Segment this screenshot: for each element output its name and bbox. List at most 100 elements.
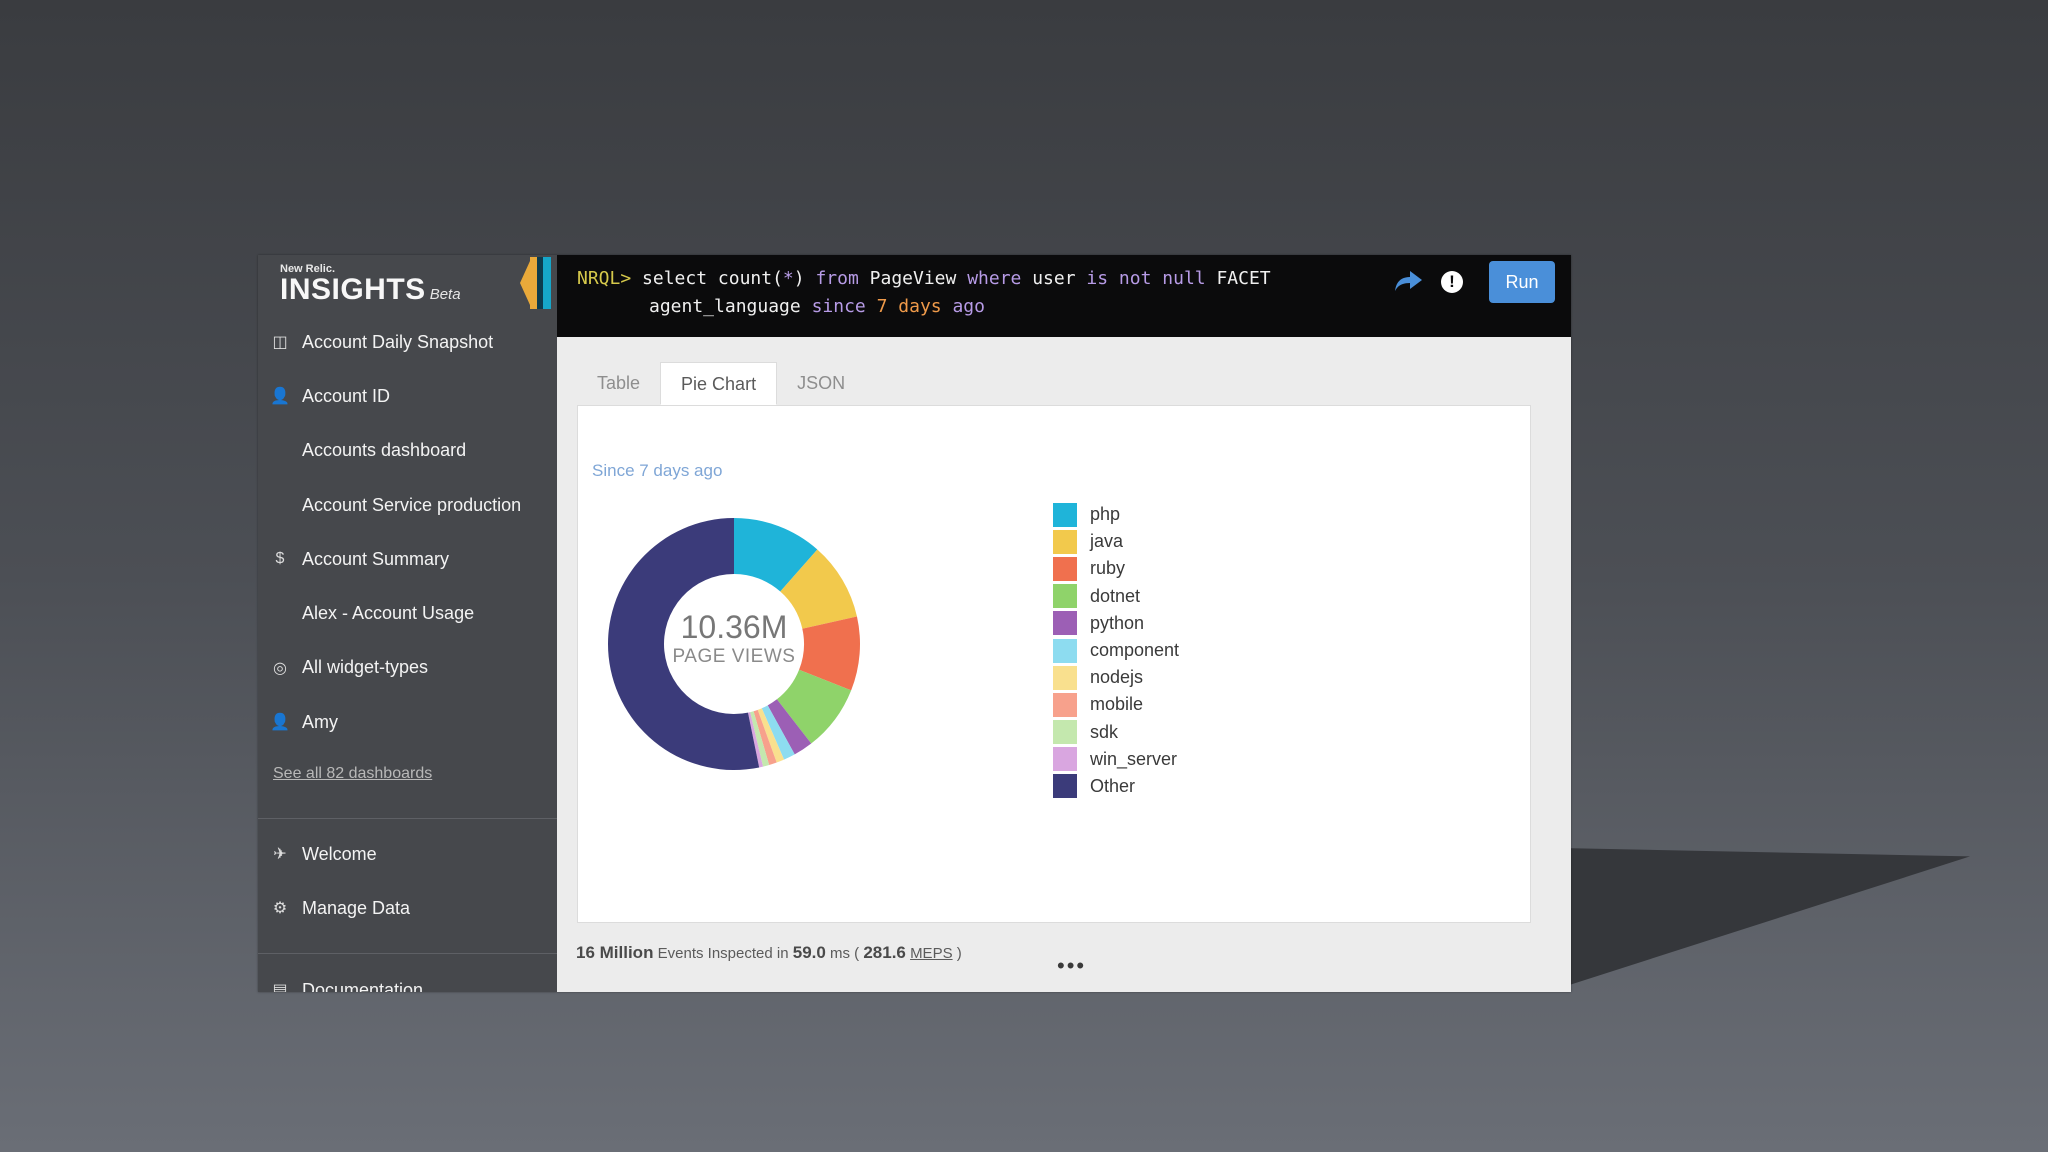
tab-table[interactable]: Table	[577, 362, 660, 404]
sidebar-item-account-daily-snapshot[interactable]: ◫ Account Daily Snapshot	[258, 315, 557, 369]
query-token: since	[811, 296, 877, 317]
legend-swatch	[1053, 529, 1077, 554]
legend-item-php[interactable]: php	[1053, 501, 1179, 528]
sidebar-item-label: Accounts dashboard	[302, 440, 467, 461]
sidebar: New Relic. INSIGHTS Beta ◫ Account Daily …	[258, 255, 557, 992]
dashboard-icon: ◫	[272, 334, 288, 352]
legend-swatch	[1053, 720, 1077, 745]
ms-text: ms (	[830, 945, 860, 962]
chart-subtitle: Since 7 days ago	[592, 461, 723, 480]
sidebar-item-account-summary[interactable]: $ Account Summary	[258, 532, 557, 586]
sidebar-item-accounts-dashboard[interactable]: Accounts dashboard	[258, 424, 557, 478]
insights-window: New Relic. INSIGHTS Beta ◫ Account Daily …	[258, 255, 1571, 992]
events-text: Events Inspected in	[657, 945, 789, 962]
legend-item-java[interactable]: java	[1053, 528, 1179, 555]
sidebar-item-label: Account Service production	[302, 494, 522, 515]
sidebar-item-label: Account ID	[302, 385, 391, 406]
brand-product: INSIGHTS	[280, 273, 426, 306]
book-icon: ▤	[272, 982, 288, 992]
target-icon: ◎	[273, 659, 287, 677]
alert-icon[interactable]: !	[1441, 271, 1463, 293]
sidebar-item-all-widget-types[interactable]: ◎ All widget-types	[258, 641, 557, 695]
legend-label: python	[1090, 612, 1145, 633]
legend-swatch	[1053, 611, 1077, 636]
query-token: ago	[941, 296, 985, 317]
legend-swatch	[1053, 665, 1077, 690]
duration-ms: 59.0	[792, 943, 826, 962]
window-shadow	[1560, 848, 1970, 988]
nrql-query-input[interactable]: NRQL> select count(*) from PageView wher…	[577, 265, 1337, 321]
share-icon[interactable]	[1392, 265, 1424, 297]
legend-label: component	[1090, 640, 1180, 661]
tab-json[interactable]: JSON	[777, 362, 865, 404]
legend-item-other[interactable]: Other	[1053, 773, 1179, 800]
legend-swatch	[1053, 638, 1077, 663]
meps-link[interactable]: MEPS	[910, 945, 953, 962]
sidebar-item-label: Manage Data	[302, 897, 411, 918]
sidebar-item-welcome[interactable]: ✈ Welcome	[258, 827, 557, 881]
legend-label: nodejs	[1090, 667, 1144, 688]
sidebar-item-label: Welcome	[302, 843, 377, 864]
legend-item-win-server[interactable]: win_server	[1053, 746, 1179, 773]
chart-center-label: PAGE VIEWS	[672, 646, 796, 667]
main-content: NRQL> select count(*) from PageView wher…	[557, 255, 1571, 992]
legend-swatch	[1053, 774, 1077, 799]
legend-label: Other	[1090, 775, 1136, 796]
query-token: PageView	[869, 268, 968, 289]
query-token: where	[967, 268, 1033, 289]
legend-swatch	[1053, 556, 1077, 581]
query-token: agent_language	[649, 296, 812, 317]
see-all-dashboards-link[interactable]: See all 82 dashboards	[273, 765, 432, 783]
run-button[interactable]: Run	[1489, 261, 1555, 303]
legend-item-dotnet[interactable]: dotnet	[1053, 583, 1179, 610]
more-options-icon[interactable]: •••	[1057, 953, 1086, 979]
sidebar-item-documentation[interactable]: ▤ Documentation	[258, 975, 557, 993]
query-token: )	[793, 268, 816, 289]
nrql-query-bar: NRQL> select count(*) from PageView wher…	[557, 255, 1571, 337]
secondary-nav: ✈ Welcome ⚙ Manage Data	[258, 827, 557, 936]
legend-label: win_server	[1090, 748, 1178, 769]
query-token: count(	[717, 268, 783, 289]
sidebar-item-manage-data[interactable]: ⚙ Manage Data	[258, 881, 557, 935]
query-token: FACET	[1216, 268, 1271, 289]
dashboard-list: ◫ Account Daily Snapshot 👤 Account ID Ac…	[258, 315, 557, 749]
legend-item-nodejs[interactable]: nodejs	[1053, 664, 1179, 691]
legend-item-mobile[interactable]: mobile	[1053, 691, 1179, 718]
chart-center-value: 10.36M	[680, 609, 788, 645]
query-token: user	[1032, 268, 1087, 289]
query-token: from	[815, 268, 870, 289]
sidebar-item-label: Account Daily Snapshot	[302, 331, 494, 352]
sidebar-item-label: Amy	[302, 711, 338, 732]
sidebar-item-amy[interactable]: 👤 Amy	[258, 695, 557, 749]
query-line-2: agent_language since 7 days ago	[577, 296, 985, 317]
result-tabs: Table Pie Chart JSON	[577, 362, 865, 405]
legend-label: sdk	[1090, 721, 1119, 742]
sidebar-item-account-id[interactable]: 👤 Account ID	[258, 369, 557, 423]
legend-label: dotnet	[1090, 585, 1141, 606]
tab-pie-chart[interactable]: Pie Chart	[660, 362, 778, 405]
legend-item-python[interactable]: python	[1053, 610, 1179, 637]
sidebar-item-label: All widget-types	[302, 657, 429, 678]
sidebar-item-label: Documentation	[302, 979, 424, 993]
legend-label: php	[1090, 504, 1121, 525]
legend-item-component[interactable]: component	[1053, 637, 1179, 664]
sidebar-item-label: Account Summary	[302, 548, 450, 569]
sidebar-item-account-service-production[interactable]: Account Service production	[258, 478, 557, 532]
legend-item-sdk[interactable]: sdk	[1053, 719, 1179, 746]
brand-tag: Beta	[429, 286, 461, 303]
user-icon: 👤	[270, 388, 290, 406]
chart-legend: php java ruby dotnet python component nodejs mo…	[1053, 501, 1179, 800]
nrql-prompt: NRQL>	[577, 268, 632, 289]
chart-panel: Since 7 days ago 10.36M PAGE VIEWS php ja…	[577, 405, 1531, 923]
plane-icon: ✈	[273, 846, 287, 864]
close-paren: )	[956, 945, 962, 962]
legend-item-ruby[interactable]: ruby	[1053, 555, 1179, 582]
query-token: 7 days	[876, 296, 942, 317]
insights-logo[interactable]: New Relic. INSIGHTS Beta	[280, 263, 461, 305]
brand-accent-stripes	[520, 257, 554, 309]
sidebar-divider	[258, 953, 557, 954]
sidebar-item-alex-account-usage[interactable]: Alex - Account Usage	[258, 586, 557, 640]
legend-swatch	[1053, 502, 1077, 527]
legend-label: ruby	[1090, 558, 1126, 579]
query-line-1: select count(*) from PageView where user…	[642, 268, 1271, 289]
